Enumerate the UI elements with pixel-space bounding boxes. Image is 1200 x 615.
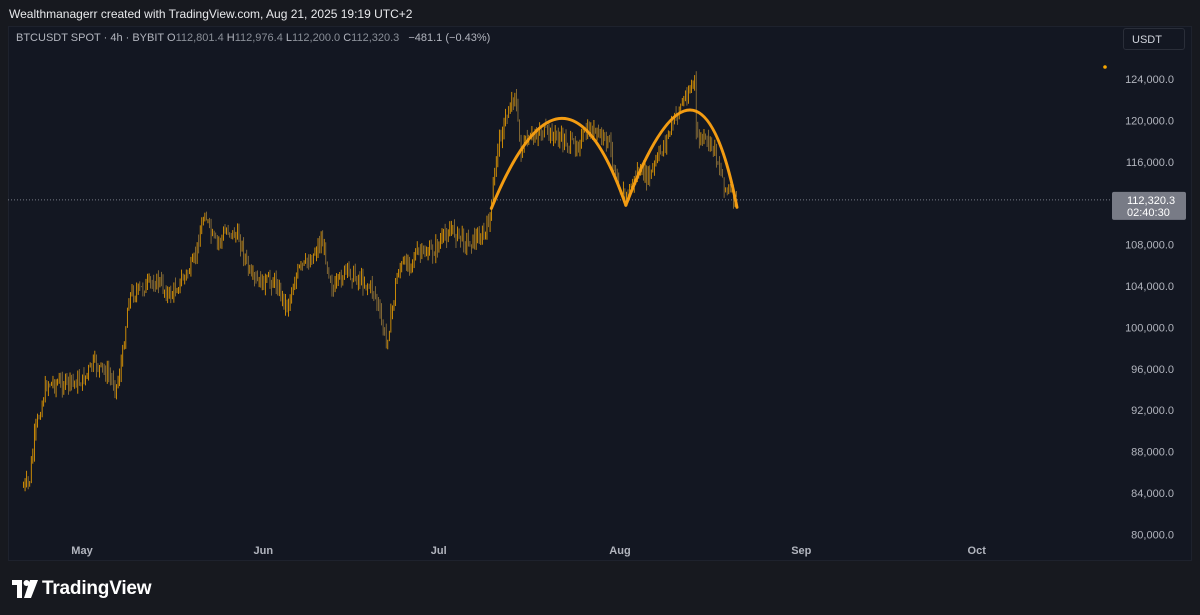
price-tag-countdown: 02:40:30 bbox=[1127, 207, 1170, 219]
high-value: 112,976.4 bbox=[234, 32, 283, 44]
x-tick-label: Oct bbox=[968, 545, 987, 557]
y-tick-label: 120,000.0 bbox=[1125, 115, 1174, 127]
footer bbox=[0, 561, 1200, 615]
currency-button[interactable]: USDT bbox=[1123, 28, 1185, 50]
y-tick-label: 108,000.0 bbox=[1125, 240, 1174, 252]
double-top-pattern[interactable] bbox=[489, 108, 739, 210]
price-axis[interactable]: 124,000.0120,000.0116,000.0112,000.0108,… bbox=[1125, 74, 1174, 541]
y-tick-label: 88,000.0 bbox=[1131, 447, 1174, 459]
x-tick-label: May bbox=[71, 545, 93, 557]
y-tick-label: 80,000.0 bbox=[1131, 529, 1174, 541]
open-value: 112,801.4 bbox=[175, 32, 224, 44]
alert-dot bbox=[1103, 65, 1107, 69]
y-tick-label: 96,000.0 bbox=[1131, 364, 1174, 376]
high-label: H bbox=[226, 32, 235, 44]
price-chart[interactable]: 124,000.0120,000.0116,000.0112,000.0108,… bbox=[0, 0, 1200, 615]
low-value: 112,200.0 bbox=[292, 32, 341, 44]
price-tag-value: 112,320.3 bbox=[1127, 195, 1175, 207]
pattern-arc-2[interactable] bbox=[624, 108, 739, 209]
y-tick-label: 104,000.0 bbox=[1125, 281, 1174, 293]
x-tick-label: Jun bbox=[254, 545, 274, 557]
open-label: O bbox=[167, 32, 176, 44]
y-tick-label: 100,000.0 bbox=[1125, 322, 1174, 334]
y-tick-label: 124,000.0 bbox=[1125, 74, 1174, 86]
y-tick-label: 84,000.0 bbox=[1131, 488, 1174, 500]
symbol-label: BTCUSDT SPOT · 4h · BYBIT bbox=[16, 32, 164, 44]
x-tick-label: Sep bbox=[791, 545, 811, 557]
candle-group bbox=[23, 71, 737, 492]
price-tag: 112,320.3 02:40:30 bbox=[1112, 191, 1186, 220]
time-axis[interactable]: May Jun Jul Aug Sep Oct bbox=[71, 545, 986, 557]
brand-name: TradingView bbox=[42, 578, 152, 599]
x-tick-label: Aug bbox=[609, 545, 630, 557]
close-label: C bbox=[343, 32, 352, 44]
y-tick-label: 116,000.0 bbox=[1126, 157, 1174, 169]
close-value: 112,320.3 bbox=[351, 32, 400, 44]
tradingview-logo[interactable]: TradingView bbox=[12, 578, 152, 600]
tradingview-logo-icon bbox=[12, 580, 38, 598]
change-value: −481.1 (−0.43%) bbox=[408, 32, 491, 44]
y-tick-label: 92,000.0 bbox=[1131, 405, 1174, 417]
ohlc-legend: BTCUSDT SPOT · 4h · BYBIT O112,801.4 H11… bbox=[16, 32, 490, 44]
x-tick-label: Jul bbox=[431, 545, 447, 557]
